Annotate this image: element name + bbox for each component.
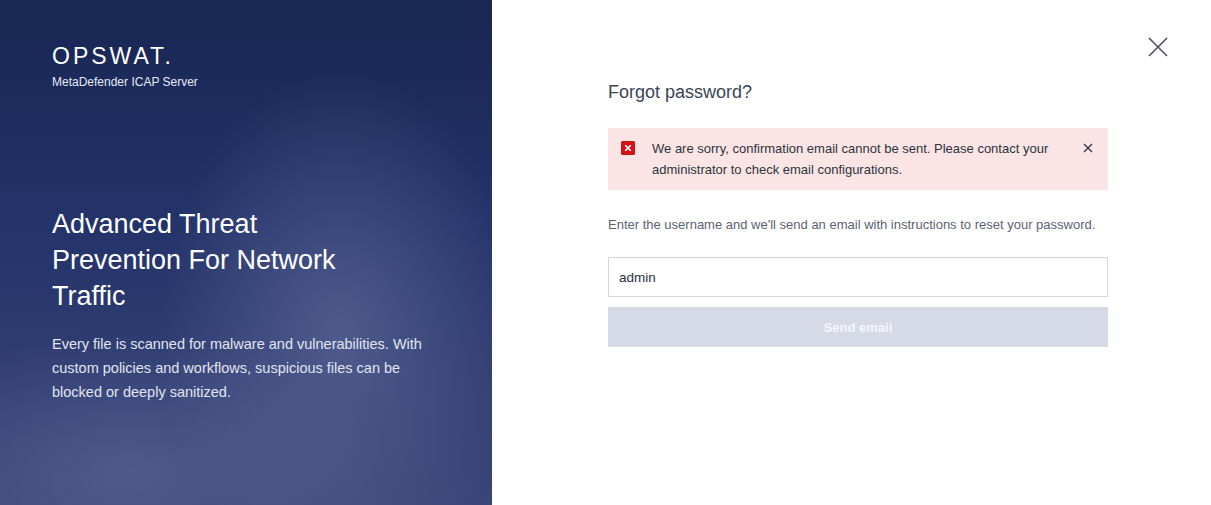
alert-message: We are sorry, confirmation email cannot … bbox=[652, 138, 1066, 180]
error-alert: We are sorry, confirmation email cannot … bbox=[608, 128, 1108, 190]
form-title: Forgot password? bbox=[608, 80, 1108, 104]
forgot-password-page: OPSWAT. MetaDefender ICAP Server Advanced … bbox=[0, 0, 1211, 505]
hero-panel: OPSWAT. MetaDefender ICAP Server Advanced … bbox=[0, 0, 492, 505]
brand-name: OPSWAT. bbox=[52, 44, 452, 68]
logo: OPSWAT. MetaDefender ICAP Server bbox=[52, 44, 452, 90]
hero-body: Every file is scanned for malware and vu… bbox=[52, 332, 432, 404]
send-email-button[interactable]: Send email bbox=[608, 307, 1108, 347]
product-name: MetaDefender ICAP Server bbox=[52, 74, 452, 90]
forgot-password-form: Forgot password? We are sorry, confirmati… bbox=[608, 80, 1108, 347]
form-panel: Forgot password? We are sorry, confirmati… bbox=[492, 0, 1211, 505]
hero-headline: Advanced Threat Prevention For Network T… bbox=[52, 206, 382, 314]
dismiss-icon[interactable] bbox=[1083, 143, 1093, 153]
error-icon bbox=[621, 141, 635, 155]
username-input[interactable] bbox=[608, 257, 1108, 297]
instructions: Enter the username and we'll send an ema… bbox=[608, 214, 1108, 236]
close-icon[interactable] bbox=[1147, 36, 1169, 58]
